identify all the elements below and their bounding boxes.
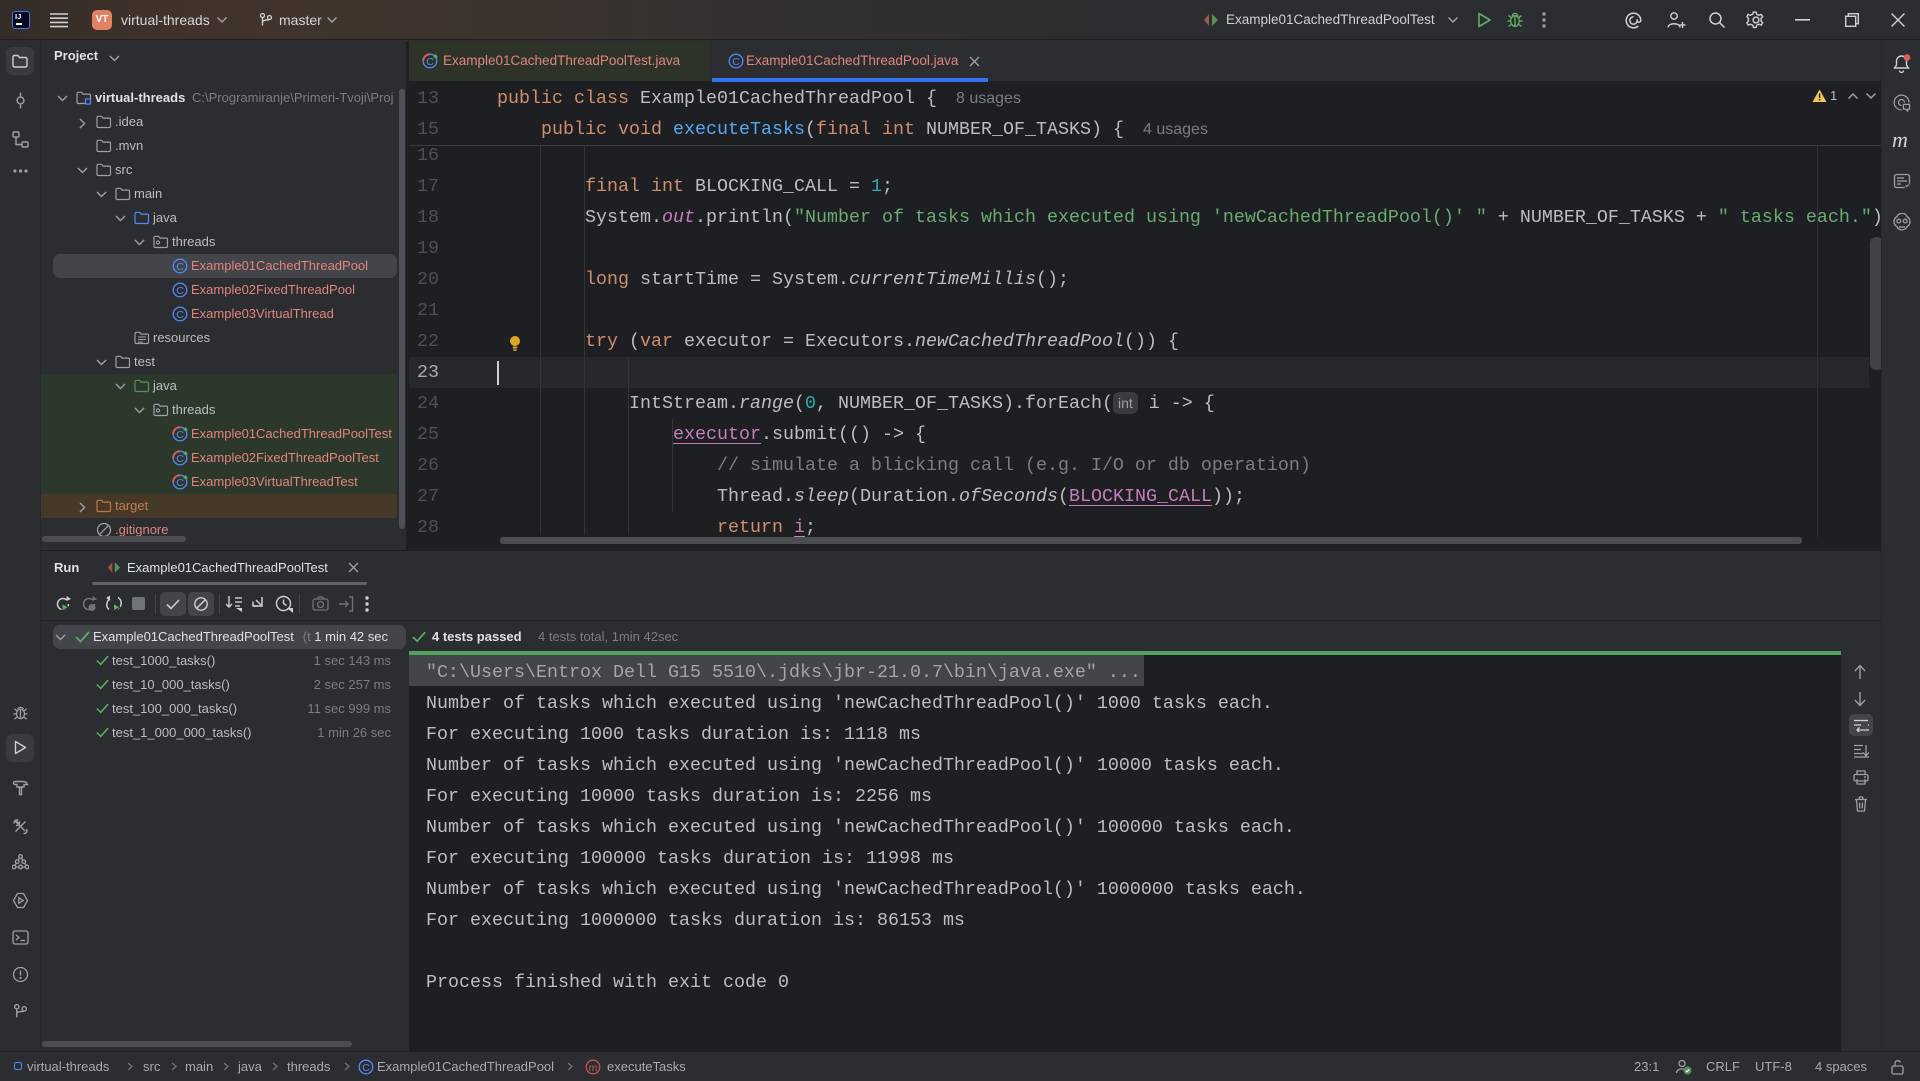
- svg-text:C: C: [176, 453, 184, 465]
- svg-text:C: C: [176, 261, 184, 273]
- svg-text:C: C: [176, 429, 184, 441]
- svg-text:C: C: [176, 285, 184, 297]
- svg-text:C: C: [426, 56, 434, 68]
- svg-text:m: m: [589, 1062, 598, 1074]
- svg-text:C: C: [176, 309, 184, 321]
- svg-text:C: C: [732, 56, 740, 68]
- svg-text:C: C: [362, 1062, 370, 1074]
- svg-text:C: C: [176, 477, 184, 489]
